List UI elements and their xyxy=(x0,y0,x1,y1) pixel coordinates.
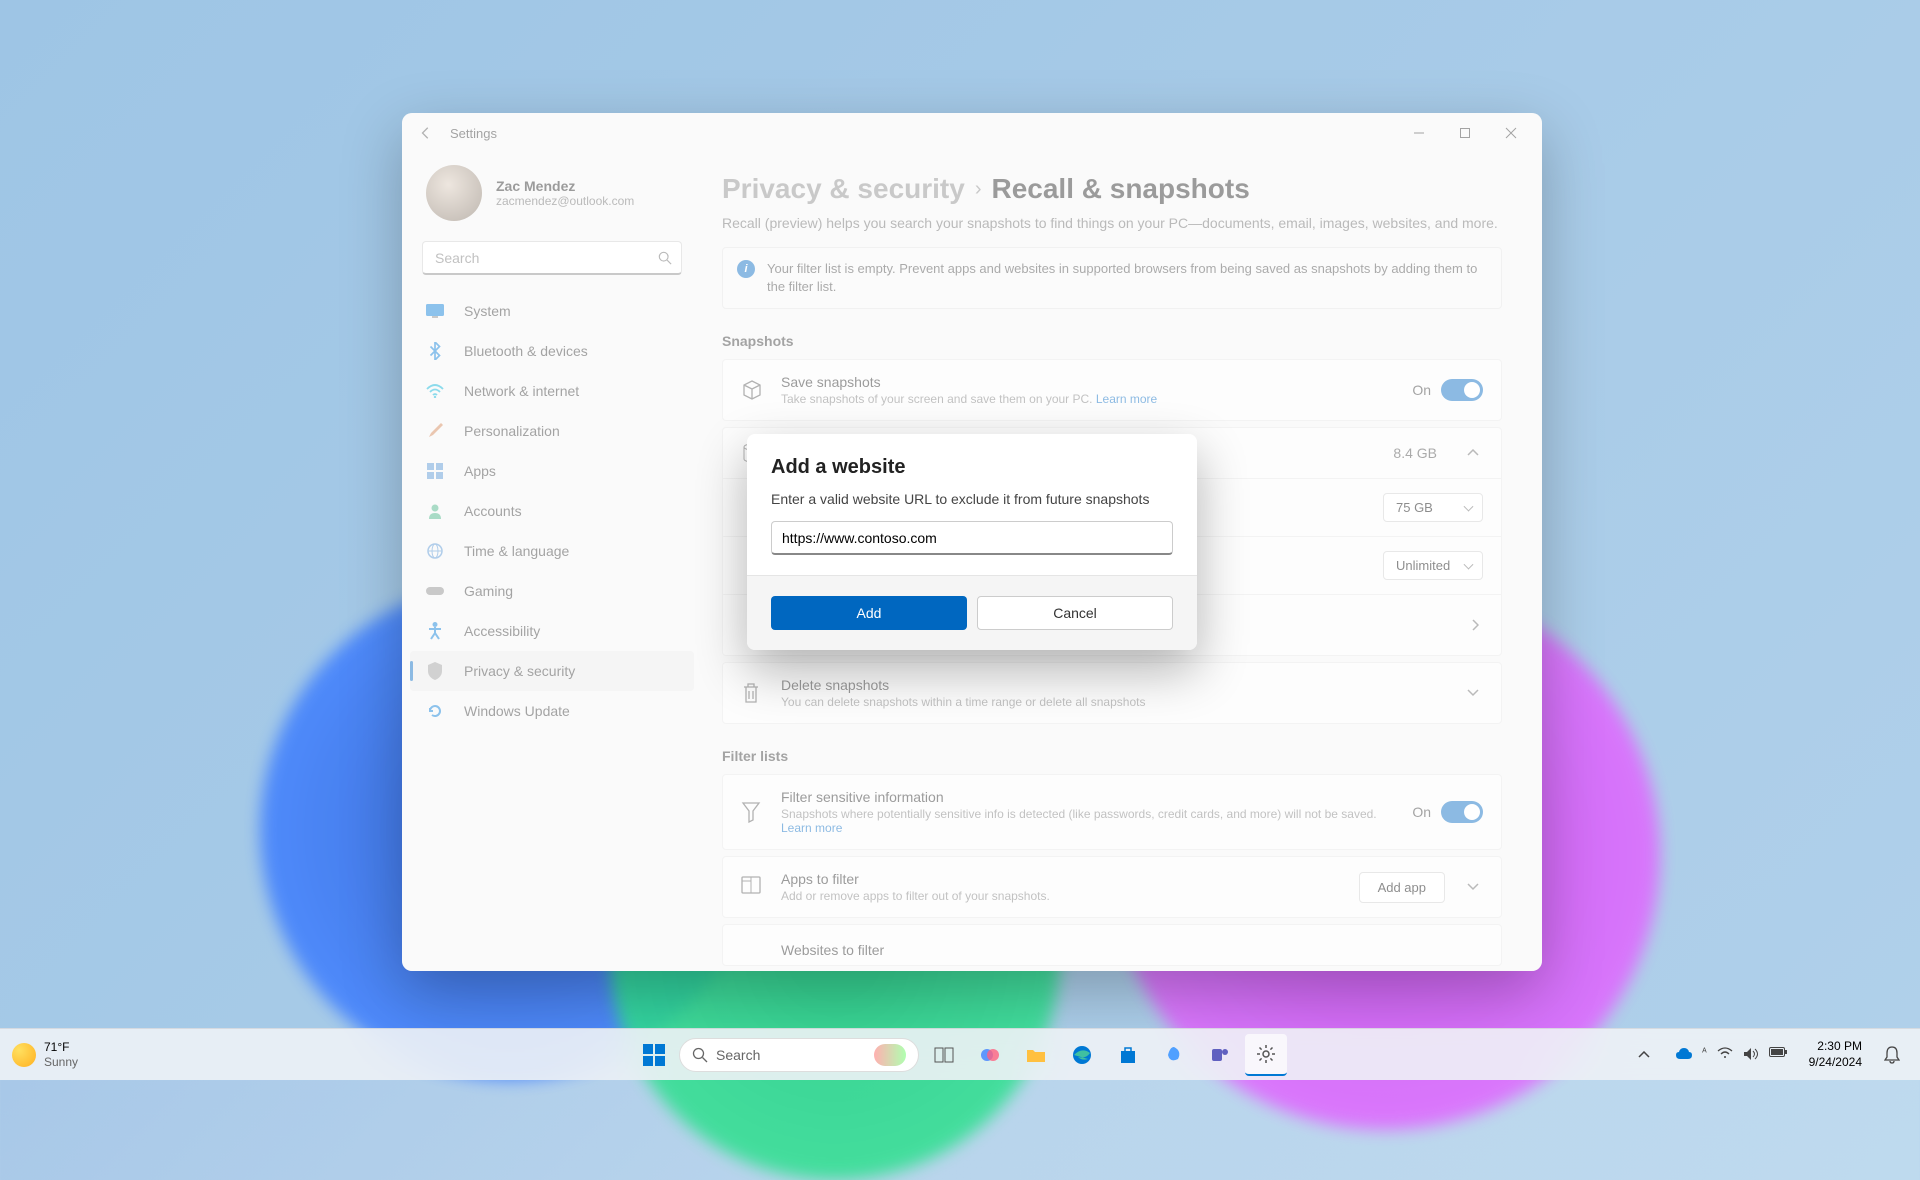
notifications-button[interactable] xyxy=(1876,1039,1908,1071)
language-icon: ᴬ xyxy=(1702,1047,1707,1063)
explorer-button[interactable] xyxy=(1015,1034,1057,1076)
search-icon xyxy=(692,1047,708,1063)
search-placeholder: Search xyxy=(716,1047,760,1063)
copilot-button[interactable] xyxy=(969,1034,1011,1076)
date: 9/24/2024 xyxy=(1809,1055,1862,1071)
wifi-tray-icon xyxy=(1717,1047,1733,1063)
task-view-button[interactable] xyxy=(923,1034,965,1076)
dialog-description: Enter a valid website URL to exclude it … xyxy=(771,491,1173,507)
taskbar: 71°F Sunny Search ᴬ 2:30 PM 9/24/202 xyxy=(0,1028,1920,1080)
system-tray[interactable]: ᴬ xyxy=(1666,1041,1795,1069)
start-button[interactable] xyxy=(633,1034,675,1076)
volume-icon xyxy=(1743,1047,1759,1063)
weather-temp: 71°F xyxy=(44,1040,78,1054)
search-highlight-icon xyxy=(874,1044,906,1066)
weather-widget[interactable]: 71°F Sunny xyxy=(12,1040,78,1069)
cancel-button[interactable]: Cancel xyxy=(977,596,1173,630)
tray-expand-button[interactable] xyxy=(1628,1045,1660,1065)
store-button[interactable] xyxy=(1107,1034,1149,1076)
onedrive-icon xyxy=(1676,1047,1692,1063)
website-url-input[interactable] xyxy=(771,521,1173,555)
taskbar-search[interactable]: Search xyxy=(679,1038,919,1072)
settings-window: Settings Zac Mendez zacmendez@outlook.co… xyxy=(402,113,1542,971)
weather-condition: Sunny xyxy=(44,1055,78,1069)
settings-taskbar-button[interactable] xyxy=(1245,1034,1287,1076)
add-website-dialog: Add a website Enter a valid website URL … xyxy=(747,434,1197,650)
dialog-title: Add a website xyxy=(771,456,1173,479)
teams-button[interactable] xyxy=(1199,1034,1241,1076)
battery-icon xyxy=(1769,1047,1785,1063)
add-button[interactable]: Add xyxy=(771,596,967,630)
sun-icon xyxy=(12,1043,36,1067)
time: 2:30 PM xyxy=(1809,1039,1862,1055)
edge-button[interactable] xyxy=(1061,1034,1103,1076)
app-button-1[interactable] xyxy=(1153,1034,1195,1076)
clock[interactable]: 2:30 PM 9/24/2024 xyxy=(1801,1035,1870,1074)
